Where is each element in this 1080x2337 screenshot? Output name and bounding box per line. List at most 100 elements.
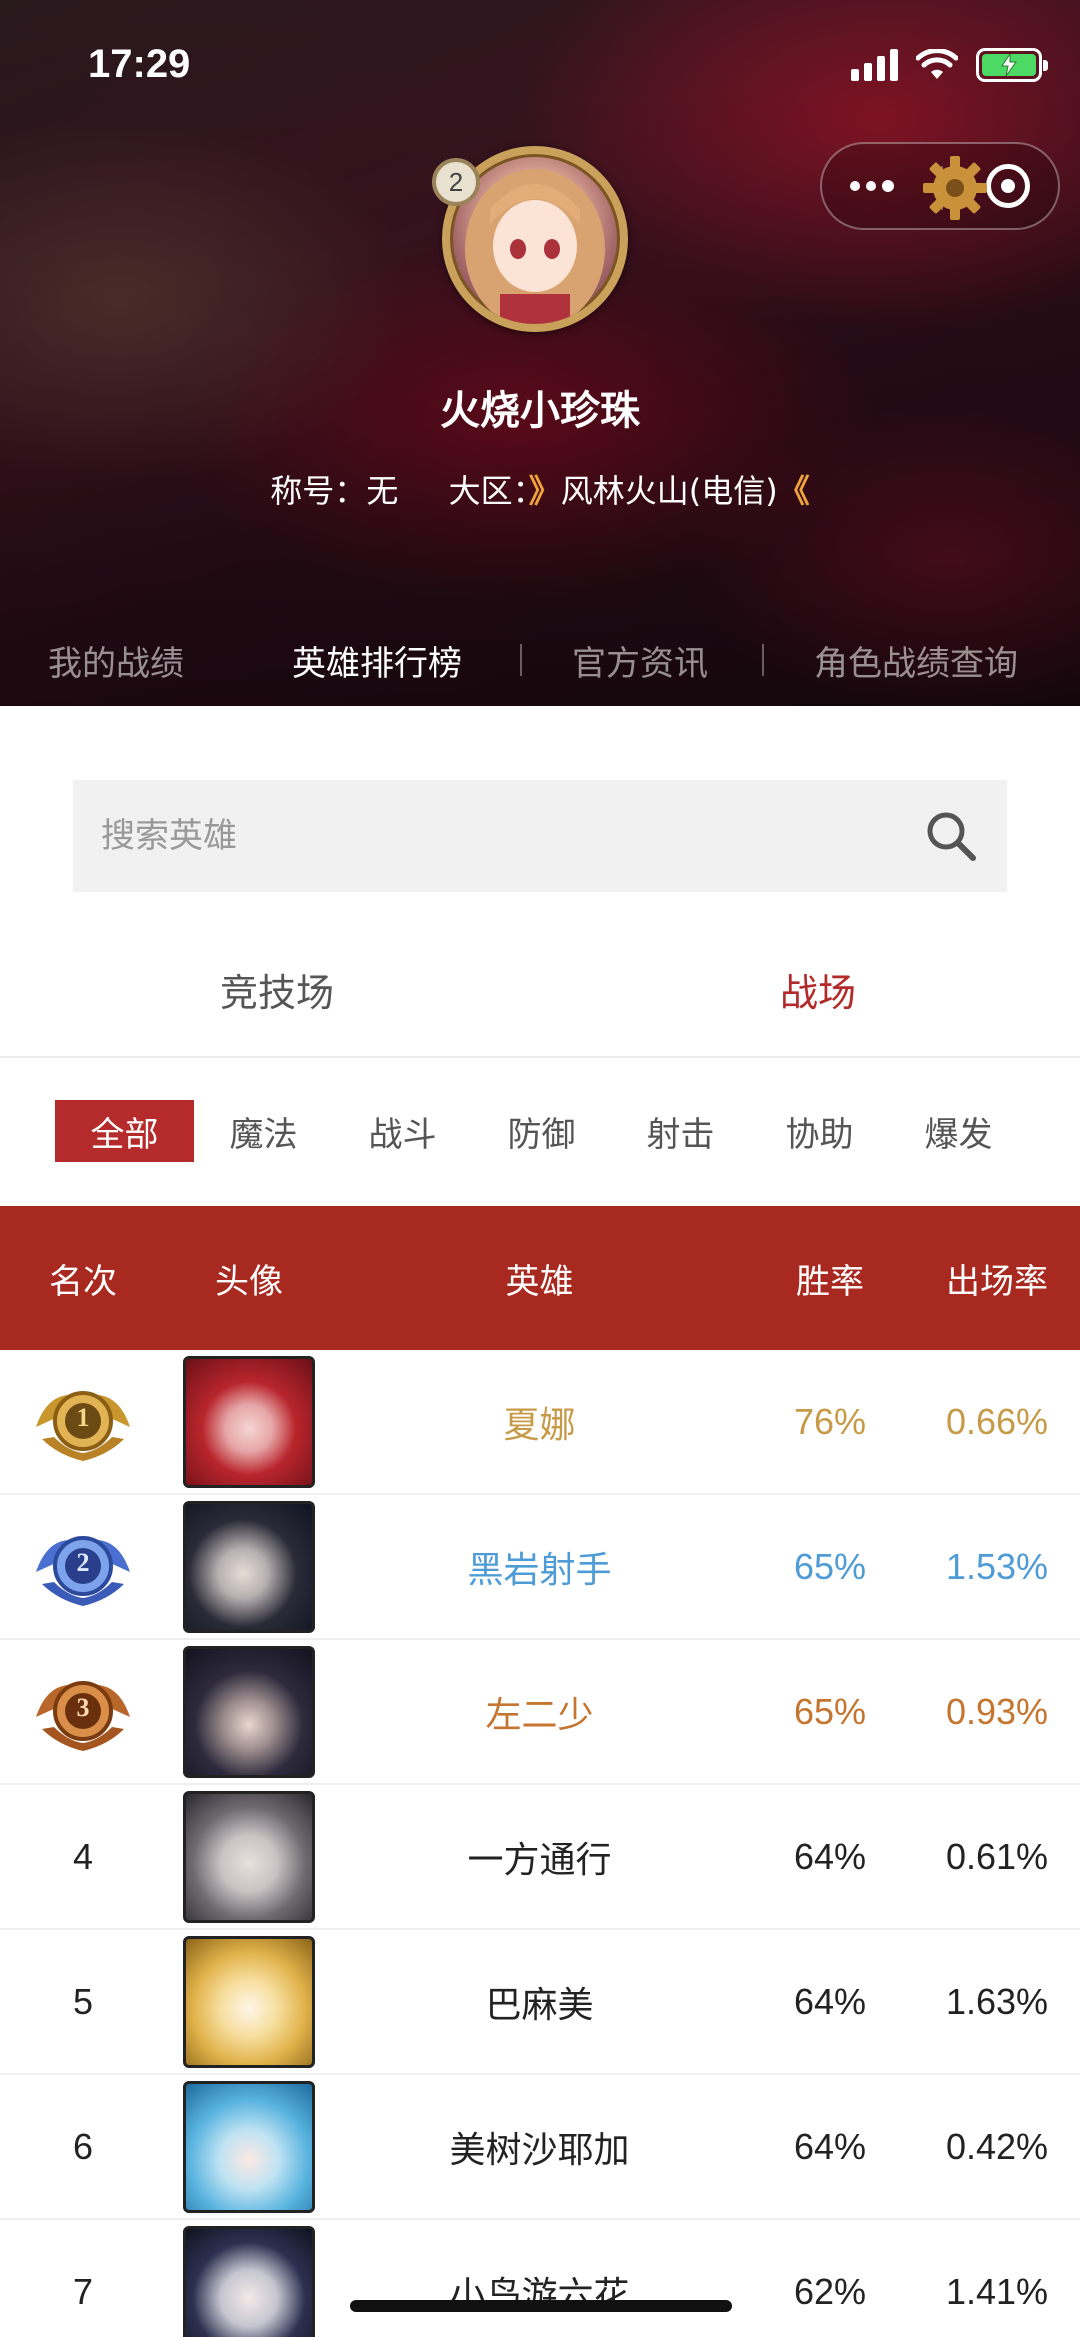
user-info: 称号：无 大区：》风林火山(电信)《 <box>0 466 1080 512</box>
rank-medal-gold: 1 <box>0 1350 166 1493</box>
hero-portrait-zuo-er-shao <box>183 1645 315 1778</box>
search-icon[interactable] <box>923 808 979 864</box>
hero-avatar <box>166 2075 332 2218</box>
pick-rate: 1.53% <box>945 1545 1049 1587</box>
category-magic[interactable]: 魔法 <box>194 1100 333 1162</box>
category-defense[interactable]: 防御 <box>472 1100 611 1162</box>
hero-portrait-sayaka <box>183 2080 315 2213</box>
user-name: 火烧小珍珠 <box>440 388 640 434</box>
header-win-rate: 胜率 <box>796 1261 864 1302</box>
pick-rate: 1.41% <box>945 2270 1049 2312</box>
rank-number: 6 <box>72 2125 94 2167</box>
table-row[interactable]: 2 黑岩射手 65% 1.53% <box>0 1495 1080 1640</box>
hero-avatar <box>166 1785 332 1928</box>
table-row[interactable]: 1 夏娜 76% 0.66% <box>0 1350 1080 1495</box>
rank-number: 4 <box>72 1835 94 1877</box>
ranking-table-body: 1 夏娜 76% 0.66% 2 黑岩射手 65% 1.53% 3 左二少 65… <box>0 1350 1080 2337</box>
category-all[interactable]: 全部 <box>55 1100 194 1162</box>
signal-icon <box>851 49 898 81</box>
hero-avatar <box>166 1930 332 2073</box>
rank-medal-bronze: 3 <box>0 1640 166 1783</box>
hero-name[interactable]: 一方通行 <box>467 1831 611 1883</box>
hero-name[interactable]: 美树沙耶加 <box>449 2121 629 2173</box>
category-assist[interactable]: 协助 <box>750 1100 889 1162</box>
category-shoot[interactable]: 射击 <box>611 1100 750 1162</box>
search-bar <box>73 780 1007 892</box>
charging-bolt-icon <box>1001 54 1017 76</box>
nav-hero-ranking[interactable]: 英雄排行榜 <box>292 636 462 685</box>
hero-avatar <box>166 1495 332 1638</box>
hero-portrait-tomoe-mami <box>183 1935 315 2068</box>
win-rate: 65% <box>793 1545 867 1587</box>
svg-text:3: 3 <box>77 1692 90 1721</box>
win-rate: 64% <box>793 1835 867 1877</box>
search-input[interactable] <box>101 816 923 856</box>
home-indicator[interactable] <box>350 2300 732 2312</box>
hero-name[interactable]: 夏娜 <box>503 1396 575 1448</box>
region-value: 风林火山(电信) <box>560 472 778 510</box>
hero-avatar <box>166 1640 332 1783</box>
close-miniprogram-icon[interactable] <box>986 164 1030 208</box>
mode-tabs: 竞技场 战场 <box>0 948 1080 1058</box>
level-badge: 2 <box>432 158 480 206</box>
hero-name[interactable]: 黑岩射手 <box>467 1541 611 1593</box>
category-fight[interactable]: 战斗 <box>333 1100 472 1162</box>
tab-battlefield[interactable]: 战场 <box>540 948 1080 1056</box>
win-rate: 76% <box>793 1400 867 1442</box>
more-icon[interactable] <box>850 180 894 192</box>
pick-rate: 0.42% <box>945 2125 1049 2167</box>
win-rate: 62% <box>793 2270 867 2312</box>
hero-portrait-shana <box>183 1355 315 1488</box>
table-row[interactable]: 5 巴麻美 64% 1.63% <box>0 1930 1080 2075</box>
status-time: 17:29 <box>88 42 191 86</box>
hero-name[interactable]: 巴麻美 <box>485 1976 593 2028</box>
user-avatar[interactable]: 2 <box>432 140 650 340</box>
header-hero: 英雄 <box>505 1261 574 1302</box>
gear-icon[interactable] <box>919 152 991 224</box>
blue-medal-icon: 2 <box>36 1535 130 1606</box>
pick-rate: 1.63% <box>945 1980 1049 2022</box>
region-label: 大区： <box>448 472 529 510</box>
header-pick-rate: 出场率 <box>946 1261 1048 1302</box>
region-arrow-right: 《 <box>777 472 810 510</box>
table-row[interactable]: 4 一方通行 64% 0.61% <box>0 1785 1080 1930</box>
hero-avatar <box>166 2220 332 2337</box>
wifi-icon <box>916 49 958 79</box>
status-bar: 17:29 <box>0 0 1080 130</box>
hero-portrait-accelerator <box>183 1790 315 1923</box>
top-nav: 我的战绩 英雄排行榜 官方资讯 角色战绩查询 <box>0 630 1080 690</box>
header-avatar: 头像 <box>215 1261 283 1302</box>
profile-header: 17:29 2 火烧小珍珠 称号：无 大区：》风林火山(电信)《 我的战绩 英雄… <box>0 0 1080 706</box>
nav-role-record-search[interactable]: 角色战绩查询 <box>814 636 1018 685</box>
svg-text:2: 2 <box>77 1547 90 1576</box>
win-rate: 64% <box>793 2125 867 2167</box>
pick-rate: 0.66% <box>945 1400 1049 1442</box>
ranking-table-header: 名次 头像 英雄 胜率 出场率 <box>0 1206 1080 1350</box>
title-value: 无 <box>366 472 399 510</box>
svg-text:1: 1 <box>77 1402 90 1431</box>
header-rank: 名次 <box>49 1261 117 1302</box>
win-rate: 65% <box>793 1690 867 1732</box>
category-filter: 全部 魔法 战斗 防御 射击 协助 爆发 <box>55 1100 1028 1162</box>
hero-portrait-black-rock-shooter <box>183 1500 315 1633</box>
table-row[interactable]: 7 小鸟游六花 62% 1.41% <box>0 2220 1080 2337</box>
rank-number: 7 <box>72 2270 94 2312</box>
rank-number: 5 <box>72 1980 94 2022</box>
gold-medal-icon: 1 <box>36 1390 130 1461</box>
win-rate: 64% <box>793 1980 867 2022</box>
pick-rate: 0.61% <box>945 1835 1049 1877</box>
rank-medal-silver: 2 <box>0 1495 166 1638</box>
hero-avatar <box>166 1350 332 1493</box>
table-row[interactable]: 6 美树沙耶加 64% 0.42% <box>0 2075 1080 2220</box>
category-burst[interactable]: 爆发 <box>889 1100 1028 1162</box>
miniprogram-capsule <box>820 142 1060 230</box>
hero-name[interactable]: 左二少 <box>485 1686 593 1738</box>
region-arrow-left: 》 <box>528 472 561 510</box>
status-icons <box>851 48 1048 82</box>
hero-portrait-rikka <box>183 2225 315 2337</box>
tab-arena[interactable]: 竞技场 <box>0 948 540 1056</box>
nav-official-news[interactable]: 官方资讯 <box>572 636 708 685</box>
table-row[interactable]: 3 左二少 65% 0.93% <box>0 1640 1080 1785</box>
nav-my-record[interactable]: 我的战绩 <box>48 636 184 685</box>
pick-rate: 0.93% <box>945 1690 1049 1732</box>
